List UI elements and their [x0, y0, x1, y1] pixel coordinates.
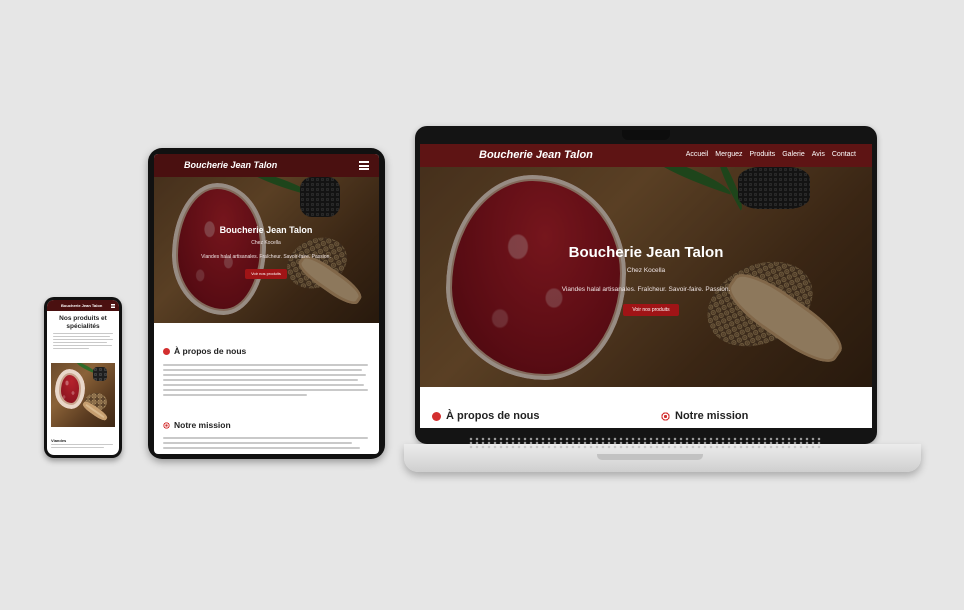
laptop-mission-heading: Notre mission: [661, 410, 748, 422]
steak-image: [55, 369, 85, 409]
laptop-site-logo[interactable]: Boucherie Jean Talon: [479, 149, 593, 161]
tablet-mission-heading-text: Notre mission: [174, 420, 231, 430]
laptop-site-header: Boucherie Jean Talon Accueil Merguez Pro…: [420, 144, 872, 167]
laptop-about-heading: À propos de nous: [432, 410, 540, 422]
tablet-mission-heading: Notre mission: [163, 420, 231, 430]
menu-icon[interactable]: [111, 304, 115, 308]
meat-icon: [432, 411, 441, 421]
tablet-hero-cta-button[interactable]: Voir nos produits: [245, 269, 287, 279]
tablet-hero-title: Boucherie Jean Talon: [219, 225, 313, 235]
menu-icon[interactable]: [359, 161, 369, 170]
laptop-about-heading-text: À propos de nous: [446, 410, 540, 422]
laptop-screen: Boucherie Jean Talon Accueil Merguez Pro…: [420, 144, 872, 428]
tablet-hero-tagline: Viandes halal artisanales. Fraîcheur. Sa…: [201, 254, 331, 260]
phone-product-caption: Viandes: [51, 438, 67, 443]
nav-link-produits[interactable]: Produits: [750, 151, 776, 158]
tablet-about-paragraph: [163, 364, 368, 399]
tablet-hero-subtitle: Chez Kocella: [251, 240, 281, 246]
hero-overlay: [154, 177, 379, 323]
tablet-site-logo[interactable]: Boucherie Jean Talon: [184, 160, 277, 170]
tablet-hero: Boucherie Jean Talon Chez Kocella Viande…: [154, 177, 379, 323]
phone-product-description: [51, 444, 113, 450]
laptop-hero: Boucherie Jean Talon Chez Kocella Viande…: [420, 167, 872, 387]
phone-product-image[interactable]: [51, 363, 115, 427]
tablet-mission-paragraph: [163, 437, 368, 452]
tablet-screen: Boucherie Jean Talon Boucherie Jean Talo…: [154, 154, 379, 454]
laptop-camera-notch: [622, 130, 670, 140]
laptop-hero-cta-button[interactable]: Voir nos produits: [623, 304, 679, 316]
meat-icon: [163, 347, 170, 355]
nav-link-contact[interactable]: Contact: [832, 151, 856, 158]
laptop-hero-subtitle: Chez Kocella: [626, 267, 666, 274]
target-icon: [163, 421, 170, 429]
nav-link-merguez[interactable]: Merguez: [715, 151, 742, 158]
phone-screen: Boucherie Jean Talon Nos produits et spé…: [47, 300, 119, 455]
laptop-hero-tagline: Viandes halal artisanales. Fraîcheur. Sa…: [561, 286, 731, 293]
tablet-about-heading: À propos de nous: [163, 346, 246, 356]
hero-overlay: [420, 167, 872, 387]
target-icon: [661, 411, 670, 421]
laptop-trackpad-notch: [597, 454, 703, 460]
nav-link-avis[interactable]: Avis: [812, 151, 825, 158]
laptop-main-nav: Accueil Merguez Produits Galerie Avis Co…: [686, 151, 856, 158]
nav-link-galerie[interactable]: Galerie: [782, 151, 805, 158]
pepper-bowl: [93, 367, 107, 381]
phone-products-title: Nos produits et spécialités: [59, 315, 107, 330]
phone-products-paragraph: [53, 333, 113, 351]
phone-site-header: Boucherie Jean Talon: [47, 300, 119, 311]
laptop-hero-title: Boucherie Jean Talon: [568, 244, 724, 261]
nav-link-accueil[interactable]: Accueil: [686, 151, 709, 158]
laptop-keyboard: [468, 437, 823, 449]
tablet-site-header: Boucherie Jean Talon: [154, 154, 379, 177]
phone-site-logo[interactable]: Boucherie Jean Talon: [61, 303, 102, 308]
laptop-mission-heading-text: Notre mission: [675, 410, 749, 422]
tablet-about-heading-text: À propos de nous: [174, 346, 247, 356]
